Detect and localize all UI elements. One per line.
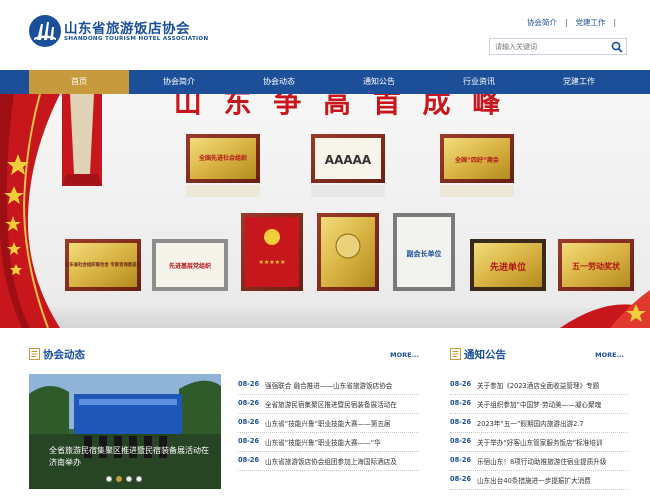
document-icon [29, 348, 40, 360]
list-item-date: 08-26 [450, 399, 472, 407]
list-item-date: 08-26 [450, 437, 472, 445]
list-item[interactable]: 08-26 2023年“五一”假期国内旅游出游2.7 [450, 414, 628, 433]
document-icon [450, 348, 461, 360]
list-item[interactable]: 08-26 乐宿山东！8项行动助推旅游住宿业提质升级 [450, 452, 628, 471]
top-link-separator: | [564, 18, 568, 27]
list-item-date: 08-26 [238, 399, 260, 407]
list-item[interactable]: 08-26 山东出台40条措施进一步提振扩大消费 [450, 471, 628, 490]
list-item-title[interactable]: 山东出台40条措施进一步提振扩大消费 [477, 475, 591, 485]
search-box [489, 38, 627, 55]
list-item-title[interactable]: 乐宿山东！8项行动助推旅游住宿业提质升级 [477, 456, 606, 466]
plaque-text: 全国“四好”商会 [454, 156, 500, 164]
list-item-date: 08-26 [238, 437, 260, 445]
list-item[interactable]: 08-26 全省旅游民宿集聚区推进暨民宿装备展活动在 [238, 395, 419, 414]
news-photo-carousel[interactable]: 全省旅游民宿集聚区推进暨民宿装备展活动在济南举办 [29, 374, 221, 489]
carousel-dot[interactable] [116, 476, 122, 482]
banner-slogan: 山 东 争 高 首 成 峰 [174, 94, 507, 119]
plaque: 全国“四好”商会 [440, 134, 514, 197]
list-item[interactable]: 08-26 关于组织参加“中国梦·劳动美——凝心聚魂 [450, 395, 628, 414]
carousel-dot[interactable] [136, 476, 142, 482]
plaque-text: 先进单位 [490, 261, 526, 273]
news-section-title: 协会动态 [43, 349, 85, 361]
list-item-date: 08-26 [450, 475, 472, 483]
list-item-title[interactable]: 强强联合 融合推进——山东省旅游饭店协会 [265, 380, 392, 390]
honor-wall-image: 山 东 争 高 首 成 峰 全国先进社会组织 AAAAA 全国“四好”商会 山东… [0, 94, 650, 328]
plaque [317, 213, 379, 291]
plaque-text: 山东省社会组织联合会 专家咨询委员会 [65, 261, 142, 268]
news-section-header: 协会动态 MORE... [29, 346, 419, 364]
event-photo [29, 374, 221, 489]
top-link-about[interactable]: 协会简介 [527, 18, 557, 27]
list-item-title[interactable]: 关于组织参加“中国梦·劳动美——凝心聚魂 [477, 399, 601, 409]
logo-chinese-name: 山东省旅游饭店协会 [64, 21, 190, 37]
plaque: 副会长单位 [393, 213, 455, 291]
plaque: ★★★★★ [241, 213, 303, 291]
site-header: 山东省旅游饭店协会 SHANDONG TOURISM HOTEL ASSOCIA… [0, 0, 650, 68]
list-item-date: 08-26 [450, 380, 472, 388]
plaque: AAAAA [311, 134, 385, 197]
monument-icon [62, 94, 102, 186]
list-item-title[interactable]: 关于参加《2023酒店全面收益管理》专题 [477, 380, 599, 390]
list-item-title[interactable]: 山东省“技能兴鲁”职业技能大赛——第五届 [265, 418, 391, 428]
nav-item-home[interactable]: 首页 [29, 70, 129, 94]
plaque-text: ★★★★★ [259, 259, 286, 266]
nav-item-news[interactable]: 协会动态 [229, 70, 329, 94]
main-nav: 首页 协会简介 协会动态 通知公告 行业资讯 党建工作 [0, 70, 650, 94]
plaque-text: 五一劳动奖状 [572, 261, 621, 271]
list-item[interactable]: 08-26 山东省“技能兴鲁”职业技能大赛——第五届 [238, 414, 419, 433]
top-link-party[interactable]: 党建工作 [575, 18, 605, 27]
photo-caption: 全省旅游民宿集聚区推进暨民宿装备展活动在济南举办 [49, 446, 209, 467]
plaque: 先进单位 [470, 239, 546, 291]
logo-english-name: SHANDONG TOURISM HOTEL ASSOCIATION [64, 36, 209, 42]
list-item-title[interactable]: 全省旅游民宿集聚区推进暨民宿装备展活动在 [265, 399, 397, 409]
search-input[interactable] [490, 39, 608, 54]
list-item-date: 08-26 [238, 418, 260, 426]
plaque-text: AAAAA [325, 153, 372, 167]
notices-section-header: 通知公告 MORE... [450, 346, 624, 364]
plaque-text: 全国先进社会组织 [198, 154, 247, 162]
plaque-text: 副会长单位 [407, 249, 442, 258]
search-icon[interactable] [611, 41, 623, 53]
list-item-title[interactable]: 关于举办“好客山东管家服务饭店”标准培训 [477, 437, 603, 447]
news-list: 08-26 强强联合 融合推进——山东省旅游饭店协会 08-26 全省旅游民宿集… [238, 376, 419, 476]
plaque-text: 先进基层党组织 [169, 262, 211, 270]
list-item[interactable]: 08-26 山东省旅游饭店协会组团参加上海国际酒店及 [238, 452, 419, 471]
list-item-title[interactable]: 山东省旅游饭店协会组团参加上海国际酒店及 [265, 456, 397, 466]
list-item-date: 08-26 [450, 456, 472, 464]
notices-more-link[interactable]: MORE... [595, 351, 624, 359]
list-item-date: 08-26 [238, 456, 260, 464]
carousel-dots [106, 476, 152, 484]
plaque: 五一劳动奖状 [558, 239, 634, 291]
carousel-dot[interactable] [126, 476, 132, 482]
plaque: 先进基层党组织 [152, 239, 228, 291]
list-item-title[interactable]: 2023年“五一”假期国内旅游出游2.7 [477, 418, 584, 428]
list-item-title[interactable]: 山东省“技能兴鲁”职业技能大赛——“华 [265, 437, 381, 447]
association-emblem-icon [29, 15, 61, 47]
nav-item-industry[interactable]: 行业资讯 [429, 70, 529, 94]
nav-item-notices[interactable]: 通知公告 [329, 70, 429, 94]
list-item-date: 08-26 [450, 418, 472, 426]
nav-item-about[interactable]: 协会简介 [129, 70, 229, 94]
top-link-separator: | [613, 18, 616, 27]
list-item[interactable]: 08-26 山东省“技能兴鲁”职业技能大赛——“华 [238, 433, 419, 452]
notices-list: 08-26 关于参加《2023酒店全面收益管理》专题 08-26 关于组织参加“… [450, 376, 628, 494]
carousel-dot[interactable] [106, 476, 112, 482]
list-item[interactable]: 08-26 关于举办“好客山东管家服务饭店”标准培训 [450, 433, 628, 452]
notices-section-title: 通知公告 [464, 349, 506, 361]
news-more-link[interactable]: MORE... [390, 351, 419, 359]
hero-banner[interactable]: 山 东 争 高 首 成 峰 全国先进社会组织 AAAAA 全国“四好”商会 山东… [0, 94, 650, 328]
list-item-date: 08-26 [238, 380, 260, 388]
list-item[interactable]: 08-26 强强联合 融合推进——山东省旅游饭店协会 [238, 376, 419, 395]
plaque: 山东省社会组织联合会 专家咨询委员会 [65, 239, 142, 291]
site-logo[interactable]: 山东省旅游饭店协会 SHANDONG TOURISM HOTEL ASSOCIA… [28, 14, 208, 50]
list-item[interactable]: 08-26 关于参加《2023酒店全面收益管理》专题 [450, 376, 628, 395]
nav-item-party[interactable]: 党建工作 [529, 70, 629, 94]
plaque: 全国先进社会组织 [186, 134, 260, 197]
top-links: 协会简介 | 党建工作 | [527, 17, 624, 28]
